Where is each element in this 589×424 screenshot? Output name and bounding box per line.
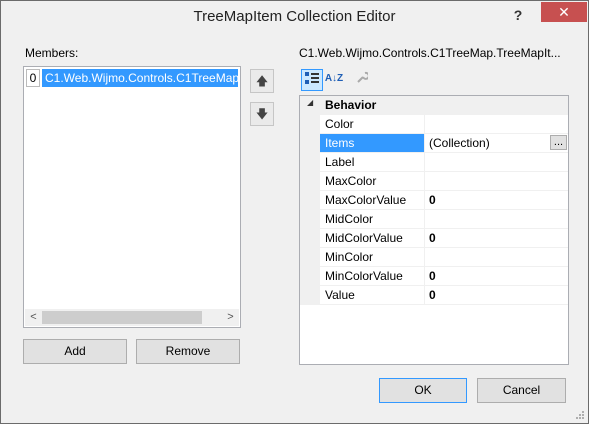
property-value[interactable]: (Collection) [426, 134, 566, 152]
property-value[interactable] [426, 210, 566, 228]
property-value[interactable] [426, 172, 566, 190]
property-value[interactable] [426, 248, 566, 266]
help-button[interactable]: ? [508, 5, 528, 25]
property-row-midcolorvalue[interactable]: MidColorValue 0 [300, 229, 568, 248]
category-behavior[interactable]: ◢ Behavior [300, 96, 568, 115]
row-gutter [300, 248, 320, 266]
cancel-button[interactable]: Cancel [477, 378, 566, 403]
row-gutter [300, 115, 320, 133]
property-name: Color [320, 115, 425, 133]
property-value[interactable] [426, 115, 566, 133]
row-gutter [300, 229, 320, 247]
property-name: MaxColorValue [320, 191, 425, 209]
ok-button[interactable]: OK [379, 378, 467, 403]
row-gutter [300, 210, 320, 228]
member-index: 0 [26, 69, 40, 87]
move-down-button[interactable]: 🡇 [250, 102, 274, 126]
add-button[interactable]: Add [23, 339, 127, 364]
wrench-icon [357, 71, 370, 83]
property-value[interactable]: 0 [426, 191, 566, 209]
collection-edit-button[interactable]: ... [550, 135, 567, 150]
member-label: C1.Web.Wijmo.Controls.C1TreeMap.TreeMapI… [42, 69, 238, 87]
property-name: Label [320, 153, 425, 171]
property-name: Value [320, 286, 425, 304]
close-button[interactable]: ✕ [541, 2, 587, 22]
property-value[interactable]: 0 [426, 229, 566, 247]
properties-header: C1.Web.Wijmo.Controls.C1TreeMap.TreeMapI… [299, 46, 561, 60]
move-up-button[interactable]: 🡅 [250, 69, 274, 93]
remove-button[interactable]: Remove [136, 339, 240, 364]
category-name: Behavior [320, 96, 425, 114]
property-row-mincolor[interactable]: MinColor [300, 248, 568, 267]
row-gutter [300, 172, 320, 190]
property-row-label[interactable]: Label [300, 153, 568, 172]
property-value[interactable]: 0 [426, 286, 566, 304]
property-row-maxcolorvalue[interactable]: MaxColorValue 0 [300, 191, 568, 210]
property-name: MaxColor [320, 172, 425, 190]
members-list[interactable]: 0 C1.Web.Wijmo.Controls.C1TreeMap.TreeMa… [23, 66, 241, 328]
row-gutter [300, 134, 320, 152]
collection-editor-dialog: TreeMapItem Collection Editor ? ✕ Member… [0, 0, 589, 424]
categorized-button[interactable] [301, 69, 323, 91]
property-row-items[interactable]: Items (Collection) ... [300, 134, 568, 153]
property-name: MinColorValue [320, 267, 425, 285]
property-name: MidColorValue [320, 229, 425, 247]
property-value[interactable] [426, 153, 566, 171]
sort-alpha-icon: A↓Z [324, 73, 344, 84]
property-pages-button[interactable] [351, 69, 373, 91]
row-gutter [300, 286, 320, 304]
property-row-midcolor[interactable]: MidColor [300, 210, 568, 229]
resize-grip-icon[interactable] [575, 410, 585, 420]
row-gutter [300, 267, 320, 285]
horizontal-scrollbar[interactable]: < > [25, 309, 239, 326]
arrow-up-icon: 🡅 [255, 74, 269, 88]
scroll-left-icon[interactable]: < [25, 309, 42, 326]
title-bar: TreeMapItem Collection Editor ? ✕ [1, 1, 588, 32]
scroll-thumb[interactable] [42, 311, 202, 324]
dialog-title: TreeMapItem Collection Editor [193, 8, 396, 25]
property-grid[interactable]: ◢ Behavior Color Items (Collection) ... … [299, 95, 569, 365]
arrow-down-icon: 🡇 [255, 107, 269, 121]
row-gutter [300, 153, 320, 171]
property-row-color[interactable]: Color [300, 115, 568, 134]
scroll-right-icon[interactable]: > [222, 309, 239, 326]
categorized-icon [305, 72, 319, 84]
property-value[interactable]: 0 [426, 267, 566, 285]
collapse-icon[interactable]: ◢ [307, 98, 313, 107]
property-name: MidColor [320, 210, 425, 228]
row-gutter [300, 191, 320, 209]
property-row-mincolorvalue[interactable]: MinColorValue 0 [300, 267, 568, 286]
category-gutter: ◢ [300, 96, 320, 114]
property-row-value[interactable]: Value 0 [300, 286, 568, 305]
property-name: MinColor [320, 248, 425, 266]
alphabetical-button[interactable]: A↓Z [323, 69, 345, 91]
members-label: Members: [25, 46, 79, 60]
property-row-maxcolor[interactable]: MaxColor [300, 172, 568, 191]
list-item[interactable]: 0 C1.Web.Wijmo.Controls.C1TreeMap.TreeMa… [26, 69, 238, 87]
property-name: Items [320, 134, 425, 152]
